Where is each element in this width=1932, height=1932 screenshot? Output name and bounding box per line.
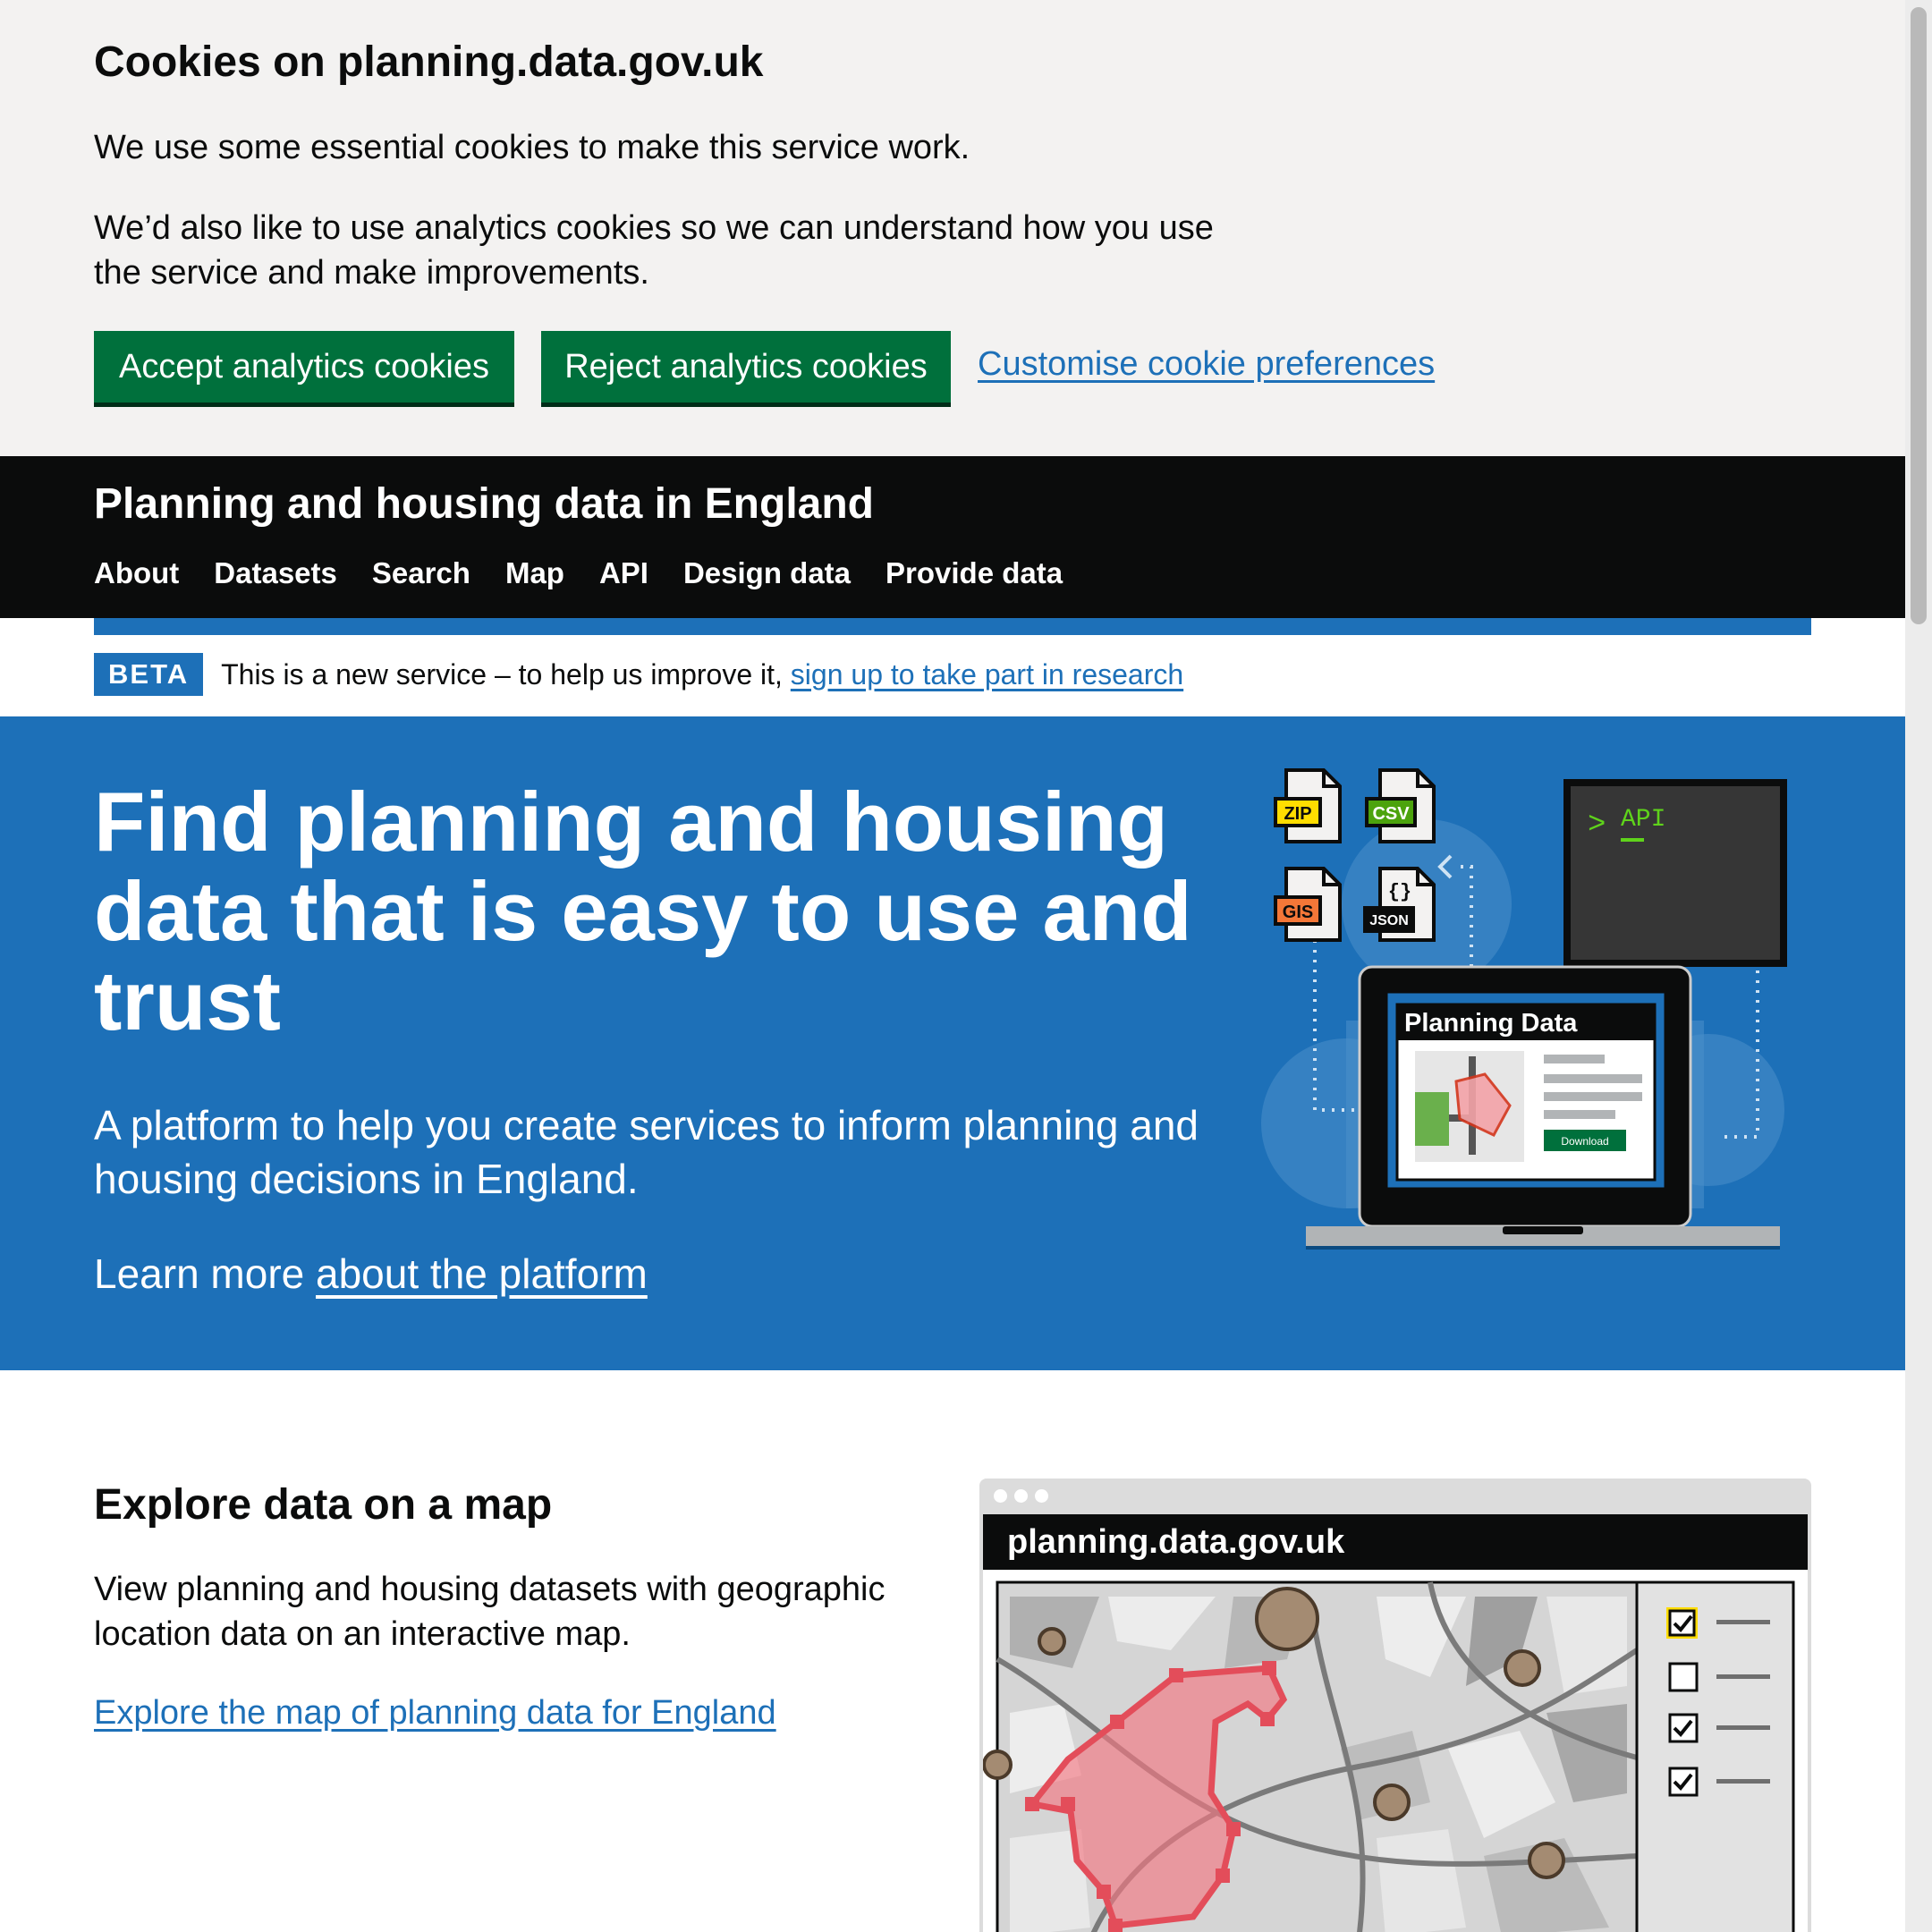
beta-text: This is a new service – to help us impro… — [221, 658, 1183, 691]
download-mini-button: Download — [1561, 1135, 1608, 1148]
browser-content — [982, 1570, 1808, 1932]
page-scrollbar[interactable] — [1905, 0, 1932, 1932]
browser-illustration: planning.data.gov.uk — [979, 1479, 1811, 1932]
zip-label: ZIP — [1284, 804, 1311, 824]
csv-label: CSV — [1372, 804, 1410, 824]
header-blue-rule — [94, 618, 1811, 635]
beta-tag: BETA — [94, 653, 204, 696]
terminal-window: > API — [1563, 779, 1787, 967]
about-platform-link[interactable]: about the platform — [316, 1250, 648, 1297]
nav-about[interactable]: About — [94, 556, 179, 590]
reject-cookies-button[interactable]: Reject analytics cookies — [541, 331, 951, 402]
nav-map[interactable]: Map — [505, 556, 564, 590]
explore-map-link[interactable]: Explore the map of planning data for Eng… — [94, 1694, 776, 1733]
gis-label: GIS — [1283, 902, 1313, 922]
accept-cookies-button[interactable]: Accept analytics cookies — [94, 331, 514, 402]
nav-design-data[interactable]: Design data — [683, 556, 851, 590]
main-nav: About Datasets Search Map API Design dat… — [94, 556, 1063, 590]
nav-provide-data[interactable]: Provide data — [886, 556, 1063, 590]
nav-search[interactable]: Search — [372, 556, 470, 590]
cookie-analytics-text: We’d also like to use analytics cookies … — [94, 209, 1214, 292]
page: Cookies on planning.data.gov.uk We use s… — [0, 0, 1905, 1932]
terminal-prompt: > — [1588, 809, 1606, 843]
customise-cookies-link[interactable]: Customise cookie preferences — [978, 345, 1435, 384]
research-signup-link[interactable]: sign up to take part in research — [791, 658, 1183, 691]
json-label: JSON — [1369, 913, 1409, 928]
csv-file-icon: CSV — [1365, 768, 1436, 843]
hero-heading: Find planning and housing data that is e… — [94, 775, 1192, 1047]
beta-message: This is a new service – to help us impro… — [221, 657, 783, 691]
browser-address-bar: planning.data.gov.uk — [983, 1514, 1808, 1570]
laptop-screen-title: Planning Data — [1404, 1009, 1578, 1038]
cookie-heading: Cookies on planning.data.gov.uk — [94, 38, 764, 86]
zip-file-icon: ZIP — [1274, 768, 1342, 843]
site-header: Planning and housing data in England Abo… — [0, 456, 1905, 618]
cookie-essential-text: We use some essential cookies to make th… — [94, 129, 970, 166]
explore-body: View planning and housing datasets with … — [94, 1571, 886, 1653]
phase-banner: BETA This is a new service – to help us … — [94, 653, 1183, 696]
gis-file-icon: GIS — [1274, 867, 1342, 942]
platform-illustration: ZIP CSV GIS {} JSON > API Planning Data … — [1261, 768, 1787, 1250]
terminal-api-text: API — [1621, 806, 1665, 834]
window-dots — [994, 1489, 1048, 1503]
hero-lead: A platform to help you create services t… — [94, 1102, 1199, 1202]
json-braces: {} — [1388, 881, 1411, 903]
learn-more-prefix: Learn more — [94, 1250, 305, 1297]
hero: Find planning and housing data that is e… — [0, 716, 1905, 1370]
map-illustration — [982, 1580, 1795, 1932]
cookie-banner: Cookies on planning.data.gov.uk We use s… — [0, 0, 1905, 456]
learn-more-text: Learn more about the platform — [94, 1250, 648, 1298]
nav-datasets[interactable]: Datasets — [214, 556, 337, 590]
explore-heading: Explore data on a map — [94, 1481, 553, 1529]
site-title[interactable]: Planning and housing data in England — [94, 479, 874, 529]
scrollbar-thumb[interactable] — [1911, 7, 1927, 624]
browser-url: planning.data.gov.uk — [1007, 1523, 1345, 1561]
nav-api[interactable]: API — [599, 556, 648, 590]
